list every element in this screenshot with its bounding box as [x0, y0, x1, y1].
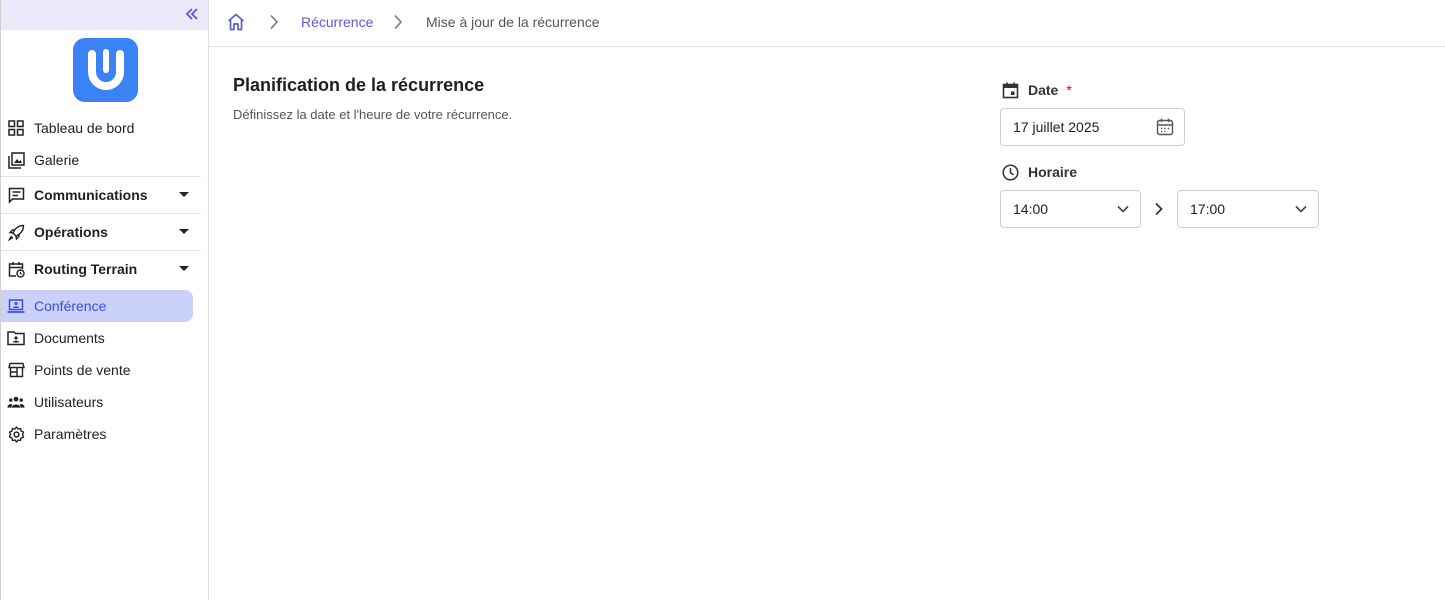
rocket-icon	[7, 223, 25, 241]
laptop-user-icon	[7, 297, 25, 315]
grid-icon	[7, 119, 25, 137]
caret-down-icon	[179, 192, 189, 197]
sidebar-item-tableau-de-bord[interactable]: Tableau de bord	[1, 112, 209, 144]
sidebar-item-parametres[interactable]: Paramètres	[1, 418, 209, 450]
breadcrumb-link-recurrence[interactable]: Récurrence	[301, 14, 373, 30]
date-input[interactable]: 17 juillet 2025	[1000, 108, 1185, 146]
chevron-right-icon	[392, 14, 404, 30]
required-mark: *	[1066, 82, 1072, 98]
date-label: Date *	[1001, 81, 1072, 99]
storefront-icon	[7, 361, 25, 379]
calendar-clock-icon	[7, 260, 25, 278]
collapse-sidebar-button[interactable]	[181, 3, 203, 25]
chevron-right-icon	[268, 14, 280, 30]
sidebar-item-label: Documents	[34, 330, 105, 346]
sidebar-item-galerie[interactable]: Galerie	[1, 144, 209, 176]
folder-user-icon	[7, 329, 25, 347]
sidebar-group-label: Communications	[34, 187, 148, 203]
sidebar-item-documents[interactable]: Documents	[1, 322, 209, 354]
logo-u-icon	[87, 49, 124, 90]
home-button[interactable]	[226, 12, 246, 32]
users-icon	[7, 393, 25, 411]
sidebar-top-bar	[1, 0, 208, 30]
sidebar-item-label: Galerie	[34, 152, 80, 168]
sidebar-item-label: Conférence	[34, 298, 107, 314]
chevron-down-icon	[1294, 202, 1308, 216]
caret-down-icon	[179, 229, 189, 234]
sidebar-item-points-de-vente[interactable]: Points de vente	[1, 354, 209, 386]
section-title: Planification de la récurrence	[233, 75, 485, 95]
end-time-select[interactable]: 17:00	[1177, 190, 1319, 228]
time-label-text: Horaire	[1028, 164, 1078, 180]
sidebar-item-label: Tableau de bord	[34, 120, 135, 136]
message-icon	[7, 186, 25, 204]
calendar-icon	[1001, 81, 1019, 99]
sidebar-item-label: Utilisateurs	[34, 394, 104, 410]
sidebar-item-utilisateurs[interactable]: Utilisateurs	[1, 386, 209, 418]
chevron-down-icon	[1116, 202, 1130, 216]
breadcrumb-current: Mise à jour de la récurrence	[426, 14, 600, 30]
sidebar-item-conference[interactable]: Conférence	[1, 290, 193, 322]
start-time-select[interactable]: 14:00	[1000, 190, 1141, 228]
double-chevron-left-icon	[185, 8, 198, 20]
end-time-value: 17:00	[1190, 201, 1226, 217]
sidebar-group-routing-terrain[interactable]: Routing Terrain	[1, 250, 201, 287]
section-description: Définissez la date et l'heure de votre r…	[233, 107, 513, 122]
date-input-value: 17 juillet 2025	[1013, 119, 1100, 135]
sidebar-item-label: Paramètres	[34, 426, 107, 442]
app-logo	[73, 38, 138, 102]
chevron-right-icon	[1152, 201, 1166, 217]
sidebar: Tableau de bord Galerie Communications O…	[0, 0, 209, 600]
sidebar-group-label: Routing Terrain	[34, 261, 138, 277]
breadcrumb: Récurrence Mise à jour de la récurrence	[209, 0, 1445, 47]
sidebar-item-label: Points de vente	[34, 362, 131, 378]
sidebar-nav: Tableau de bord Galerie Communications O…	[1, 112, 209, 450]
sidebar-group-label: Opérations	[34, 224, 108, 240]
date-label-text: Date	[1028, 82, 1059, 98]
gear-icon	[7, 425, 25, 443]
sidebar-group-operations[interactable]: Opérations	[1, 213, 201, 250]
gallery-icon	[7, 151, 25, 169]
clock-icon	[1001, 163, 1019, 181]
home-icon	[227, 13, 245, 31]
start-time-value: 14:00	[1013, 201, 1049, 217]
caret-down-icon	[179, 266, 189, 271]
calendar-picker-icon[interactable]	[1156, 118, 1174, 136]
sidebar-group-communications[interactable]: Communications	[1, 176, 201, 213]
time-label: Horaire	[1001, 163, 1077, 181]
